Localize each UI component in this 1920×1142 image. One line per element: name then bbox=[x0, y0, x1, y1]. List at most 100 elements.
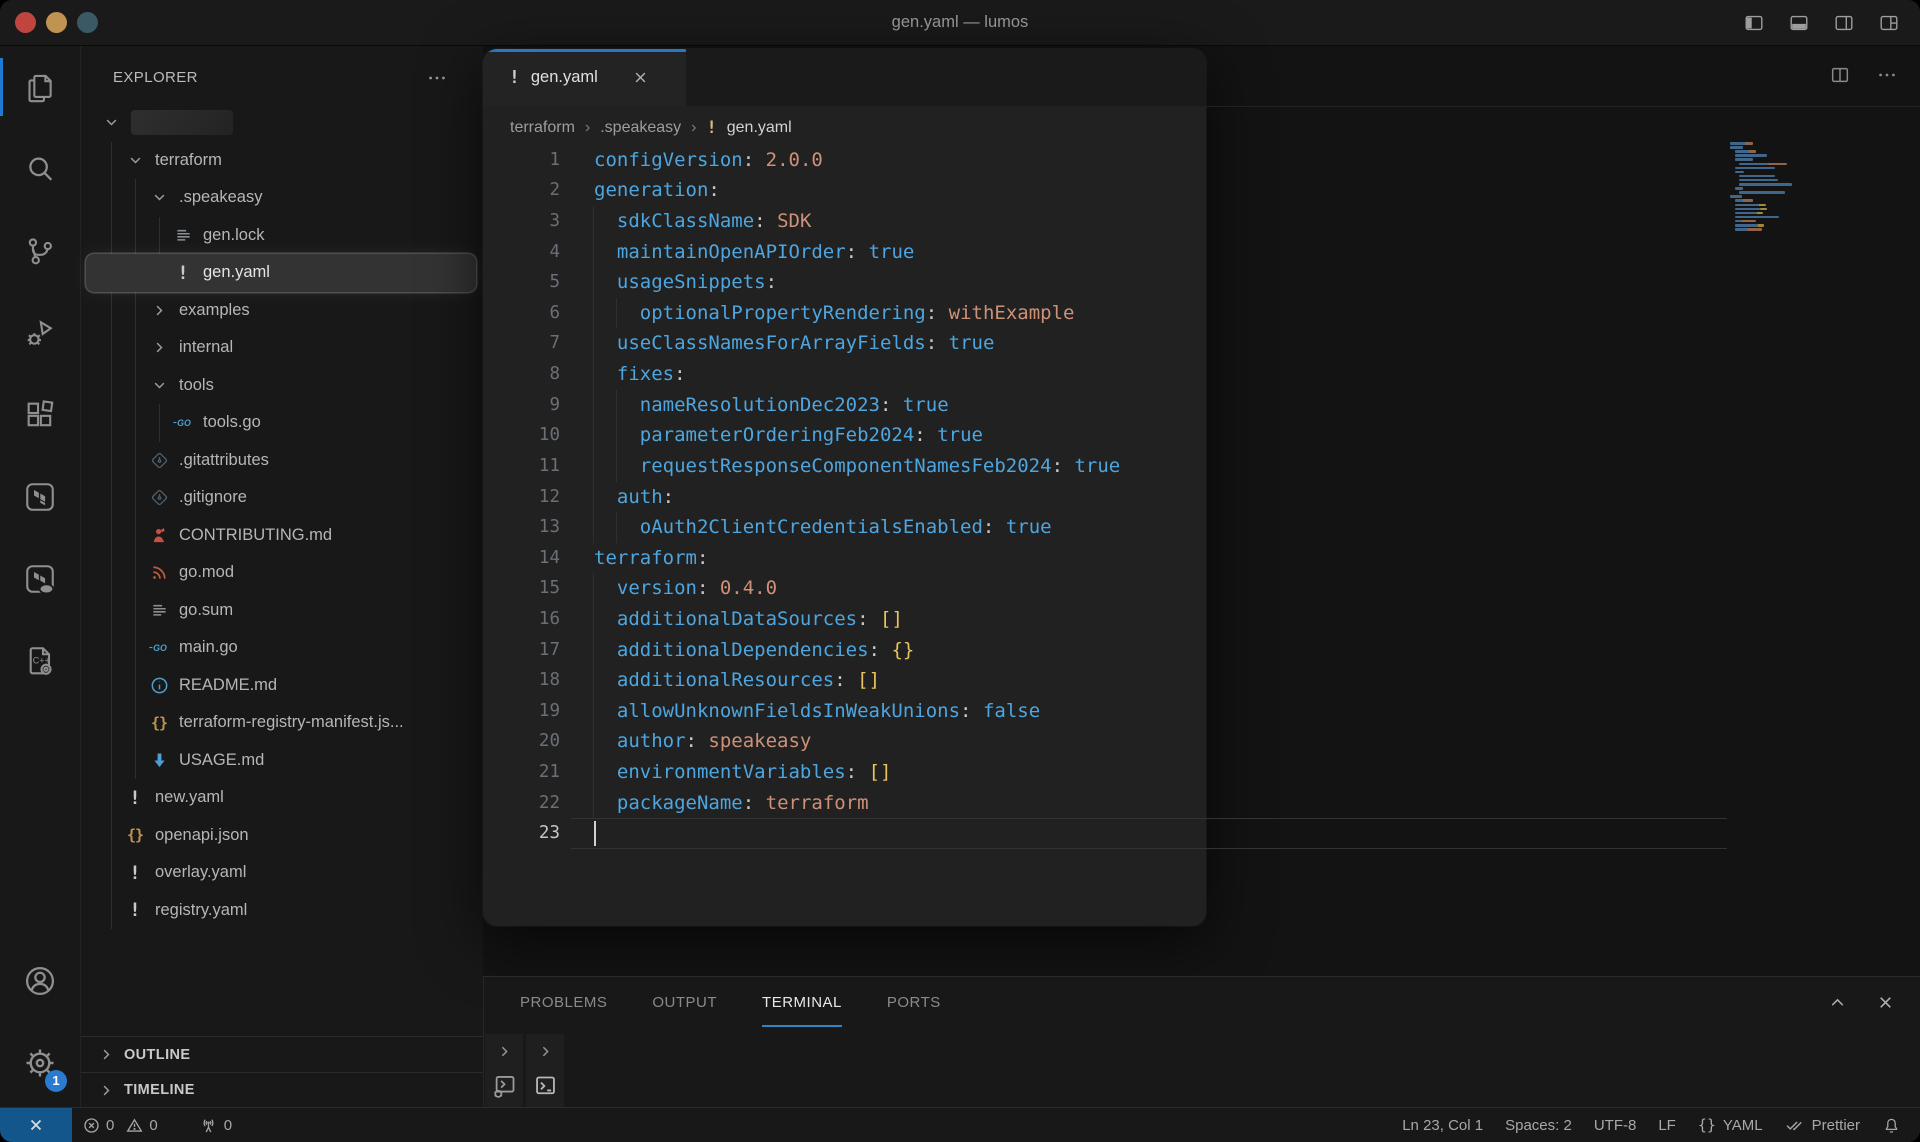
activity-source-control-icon[interactable] bbox=[0, 210, 80, 292]
panel-tab-terminal[interactable]: TERMINAL bbox=[762, 977, 842, 1027]
double-check-icon bbox=[1785, 1115, 1805, 1135]
split-editor-icon[interactable] bbox=[1829, 64, 1851, 86]
breadcrumb-item[interactable]: gen.yaml bbox=[727, 119, 792, 137]
tree-item-openapi-json[interactable]: {} openapi.json bbox=[86, 817, 476, 855]
bottom-panel: PROBLEMS OUTPUT TERMINAL PORTS bbox=[483, 976, 1920, 1108]
toggle-primary-sidebar-icon[interactable] bbox=[1743, 12, 1765, 34]
minimap-line bbox=[1734, 187, 1743, 190]
yaml-warn-file-icon: ! bbox=[129, 861, 141, 884]
panel-close-icon[interactable] bbox=[1875, 992, 1896, 1013]
sidebar-section-outline[interactable]: OUTLINE bbox=[81, 1036, 483, 1072]
status-notifications[interactable] bbox=[1871, 1108, 1912, 1142]
tree-item-gen-lock[interactable]: gen.lock bbox=[86, 217, 476, 255]
tree-item-new-yaml[interactable]: ! new.yaml bbox=[86, 779, 476, 817]
status-eol[interactable]: LF bbox=[1647, 1108, 1687, 1142]
sidebar-section-timeline[interactable]: TIMELINE bbox=[81, 1072, 483, 1108]
activity-terraform-icon[interactable] bbox=[0, 456, 80, 538]
minimap-line bbox=[1734, 207, 1767, 211]
tree-item-label: new.yaml bbox=[155, 788, 224, 807]
tree-item-gen-yaml[interactable]: ! gen.yaml bbox=[86, 254, 476, 292]
tree-item-terraform[interactable]: terraform bbox=[86, 142, 476, 180]
svg-text:GO: GO bbox=[177, 418, 191, 428]
list-file-icon bbox=[172, 224, 194, 246]
minimap-line bbox=[1734, 154, 1767, 157]
editor-region: ! gen.yaml terraform › .speakeasy ›! gen.yam… bbox=[483, 46, 1920, 1108]
tree-item--speakeasy[interactable]: .speakeasy bbox=[86, 179, 476, 217]
ports-status[interactable]: 0 bbox=[188, 1108, 248, 1142]
customize-layout-icon[interactable] bbox=[1878, 12, 1900, 34]
go-file-icon: GO bbox=[148, 637, 170, 659]
activity-run-and-debug-icon[interactable] bbox=[0, 292, 80, 374]
minimize-button[interactable] bbox=[46, 12, 67, 33]
yaml-warn-file-icon: ! bbox=[177, 261, 189, 284]
status-language-mode[interactable]: {} YAML bbox=[1687, 1108, 1774, 1142]
activity-accounts-icon[interactable] bbox=[0, 940, 80, 1022]
activity-api-docs-icon[interactable]: C++ bbox=[0, 620, 80, 702]
tree-item-go-sum[interactable]: go.sum bbox=[86, 592, 476, 630]
breadcrumb-item[interactable]: terraform bbox=[510, 119, 575, 137]
terminal-pane[interactable] bbox=[526, 1034, 564, 1108]
toggle-panel-icon[interactable] bbox=[1788, 12, 1810, 34]
chevron-right-icon bbox=[97, 1045, 116, 1064]
status-formatter[interactable]: Prettier bbox=[1774, 1108, 1871, 1142]
activity-search-icon[interactable] bbox=[0, 128, 80, 210]
json-file-icon: {} bbox=[126, 826, 144, 845]
svg-text:GO: GO bbox=[153, 643, 167, 653]
tree-item-tools-go[interactable]: GO tools.go bbox=[86, 404, 476, 442]
status-encoding[interactable]: UTF-8 bbox=[1583, 1108, 1648, 1142]
tree-item-usage-md[interactable]: USAGE.md bbox=[86, 742, 476, 780]
activity-terraform-cloud-icon[interactable] bbox=[0, 538, 80, 620]
tree-item-label: .gitignore bbox=[179, 488, 247, 507]
tree-item-label: tools bbox=[179, 375, 214, 394]
panel-tab-output[interactable]: OUTPUT bbox=[652, 977, 717, 1027]
chevron-down-icon bbox=[100, 112, 122, 134]
minimap[interactable] bbox=[1727, 142, 1835, 234]
breadcrumb-separator: › bbox=[584, 118, 591, 136]
minimap-line bbox=[1734, 219, 1757, 223]
problems-status[interactable]: 00 bbox=[72, 1108, 174, 1142]
terminal-pane-debug[interactable] bbox=[485, 1034, 523, 1108]
tree-item-main-go[interactable]: GO main.go bbox=[86, 629, 476, 667]
minimap-line bbox=[1734, 170, 1744, 174]
tree-item-contributing-md[interactable]: CONTRIBUTING.md bbox=[86, 517, 476, 555]
tree-item-overlay-yaml[interactable]: ! overlay.yaml bbox=[86, 854, 476, 892]
tree-item-label: registry.yaml bbox=[155, 900, 248, 919]
tree-item-readme-md[interactable]: README.md bbox=[86, 667, 476, 705]
panel-tab-ports[interactable]: PORTS bbox=[887, 977, 941, 1027]
tab-gen-yaml[interactable]: ! gen.yaml bbox=[483, 49, 686, 106]
remote-indicator[interactable] bbox=[0, 1108, 72, 1142]
tree-item-tools[interactable]: tools bbox=[86, 367, 476, 405]
toggle-secondary-sidebar-icon[interactable] bbox=[1833, 12, 1855, 34]
gomod-file-icon bbox=[148, 562, 170, 584]
terminal-icon bbox=[535, 1076, 555, 1095]
panel-tab-problems[interactable]: PROBLEMS bbox=[520, 977, 607, 1027]
yaml-warn-file-icon: ! bbox=[129, 786, 141, 809]
bell-icon bbox=[1882, 1116, 1901, 1135]
chevron-right-icon bbox=[501, 1046, 508, 1057]
tree-item-examples[interactable]: examples bbox=[86, 292, 476, 330]
tree-item--gitattributes[interactable]: .gitattributes bbox=[86, 442, 476, 480]
chevron-right-icon bbox=[148, 337, 170, 359]
tree-item-internal[interactable]: internal bbox=[86, 329, 476, 367]
tree-item-terraform-registry-manifest-js-[interactable]: {} terraform-registry-manifest.js... bbox=[86, 704, 476, 742]
minimap-line bbox=[1734, 158, 1753, 161]
close-button[interactable] bbox=[15, 12, 36, 33]
activity-explorer-icon[interactable] bbox=[0, 46, 80, 128]
warning-icon bbox=[125, 1116, 144, 1135]
json-file-icon: {} bbox=[150, 713, 168, 732]
breadcrumb[interactable]: terraform › .speakeasy ›! gen.yaml bbox=[510, 106, 792, 149]
tree-item-registry-yaml[interactable]: ! registry.yaml bbox=[86, 892, 476, 930]
status-indentation[interactable]: Spaces: 2 bbox=[1494, 1108, 1583, 1142]
breadcrumb-item[interactable]: .speakeasy bbox=[600, 119, 681, 137]
tree-item-go-mod[interactable]: go.mod bbox=[86, 554, 476, 592]
panel-maximize-icon[interactable] bbox=[1827, 992, 1848, 1013]
window-title: gen.yaml — lumos bbox=[891, 13, 1029, 31]
workspace-root[interactable] bbox=[86, 104, 476, 142]
zoom-button[interactable] bbox=[77, 12, 98, 33]
tab-close-icon[interactable] bbox=[631, 68, 650, 87]
activity-extensions-icon[interactable] bbox=[0, 374, 80, 456]
editor-more-actions-icon[interactable] bbox=[1876, 64, 1898, 86]
status-cursor-position[interactable]: Ln 23, Col 1 bbox=[1391, 1108, 1494, 1142]
activity-manage-icon[interactable]: 1 bbox=[0, 1022, 80, 1104]
tree-item--gitignore[interactable]: .gitignore bbox=[86, 479, 476, 517]
